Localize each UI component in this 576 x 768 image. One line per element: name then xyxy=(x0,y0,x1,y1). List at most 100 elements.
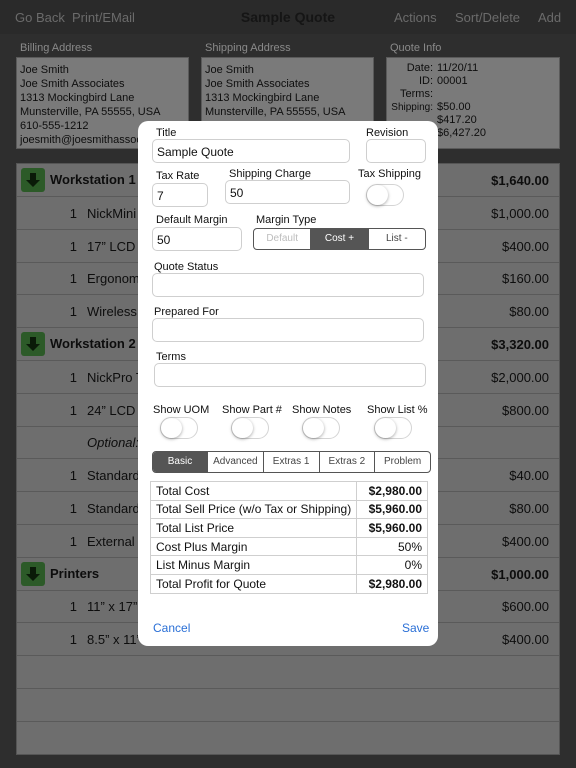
item-description: NickPro T xyxy=(87,369,144,385)
summary-label: Total List Price xyxy=(149,518,358,538)
quote-info-label: Quote Info xyxy=(390,42,442,54)
item-price: $80.00 xyxy=(509,304,549,320)
summary-value: $5,960.00 xyxy=(356,499,428,520)
item-price: $400.00 xyxy=(502,533,549,549)
show-uom-label: Show UOM xyxy=(153,404,210,416)
group-name: Workstation 2 xyxy=(50,336,136,351)
toggle-knob xyxy=(375,418,396,438)
margin-type-default[interactable]: Default xyxy=(254,229,310,249)
optional-label: Optional: xyxy=(87,435,140,451)
quote-status-label: Quote Status xyxy=(154,261,219,273)
shipping-line: 1313 Mockingbird Lane xyxy=(205,92,320,104)
item-price: $1,640.00 xyxy=(491,173,549,188)
item-description: Standard xyxy=(87,501,140,516)
toggle-knob xyxy=(303,418,324,438)
item-quantity: 1 xyxy=(69,599,77,615)
summary-value: $5,960.00 xyxy=(356,518,428,538)
item-price: $2,000.00 xyxy=(491,369,549,385)
item-description: 24” LCD xyxy=(87,402,136,418)
cancel-button[interactable]: Cancel xyxy=(153,621,190,635)
item-description: Ergonom xyxy=(87,271,140,287)
item-price: $1,000.00 xyxy=(491,566,549,582)
tab-basic[interactable]: Basic xyxy=(153,452,207,472)
quote-shipping-row: Shipping: $50.00 xyxy=(391,101,471,113)
quote-settings-dialog: Title Sample Quote Revision Tax Rate 7 S… xyxy=(138,121,438,646)
summary-row: Total List Price $5,960.00 xyxy=(149,518,428,538)
shipping-charge-input[interactable]: 50 xyxy=(225,180,350,204)
prepared-for-input[interactable] xyxy=(152,318,424,342)
show-notes-toggle[interactable] xyxy=(302,417,340,439)
summary-value: $2,980.00 xyxy=(356,481,428,501)
item-quantity: 1 xyxy=(69,533,77,549)
revision-input[interactable] xyxy=(366,139,426,163)
billing-line: Munsterville, PA 55555, USA xyxy=(20,106,161,118)
expand-arrow-down-icon[interactable] xyxy=(21,332,45,356)
quote-status-input[interactable] xyxy=(152,273,424,297)
summary-row: Total Profit for Quote $2,980.00 xyxy=(149,573,428,594)
shipping-line: Joe Smith xyxy=(205,64,254,76)
default-margin-label: Default Margin xyxy=(156,214,228,226)
title-input[interactable]: Sample Quote xyxy=(152,139,350,163)
item-description: Standard xyxy=(87,468,140,484)
item-quantity: 1 xyxy=(69,402,77,418)
sort-delete-button[interactable]: Sort/Delete xyxy=(455,10,520,25)
margin-type-cost-plus[interactable]: Cost + xyxy=(310,229,368,249)
shipping-line: Joe Smith Associates xyxy=(205,78,310,90)
quote-date-row: Date: 11/20/11 xyxy=(406,62,479,74)
default-margin-input[interactable]: 50 xyxy=(152,227,242,251)
shipping-line: Munsterville, PA 55555, USA xyxy=(205,106,346,118)
item-quantity: 1 xyxy=(69,205,77,221)
billing-line: 1313 Mockingbird Lane xyxy=(20,92,135,104)
quote-terms-row: Terms: xyxy=(400,88,433,100)
item-price: $400.00 xyxy=(502,632,549,648)
tab-problem[interactable]: Problem xyxy=(374,452,430,472)
add-button[interactable]: Add xyxy=(538,10,561,25)
summary-row: List Minus Margin 0% xyxy=(149,555,428,575)
item-price: $800.00 xyxy=(502,402,549,418)
show-uom-toggle[interactable] xyxy=(160,417,198,439)
item-price: $160.00 xyxy=(502,271,549,287)
item-quantity: 1 xyxy=(69,304,77,320)
quote-id-row: ID: 00001 xyxy=(418,75,468,87)
item-price: $400.00 xyxy=(502,238,549,254)
summary-value: 0% xyxy=(356,555,428,575)
billing-line: Joe Smith Associates xyxy=(20,78,125,90)
terms-input[interactable] xyxy=(154,363,426,387)
tax-shipping-toggle[interactable] xyxy=(366,184,404,206)
shipping-charge-label: Shipping Charge xyxy=(229,168,311,180)
item-description: 11” x 17” xyxy=(87,599,138,615)
item-price: $80.00 xyxy=(509,501,549,516)
tax-rate-label: Tax Rate xyxy=(156,170,200,182)
summary-value: 50% xyxy=(356,536,428,557)
item-description: External xyxy=(87,533,135,549)
empty-row xyxy=(17,689,559,722)
item-quantity: 1 xyxy=(69,632,77,648)
summary-row: Total Sell Price (w/o Tax or Shipping) $5… xyxy=(149,499,428,520)
actions-button[interactable]: Actions xyxy=(394,10,437,25)
item-description: NickMini xyxy=(87,205,137,221)
summary-label: Total Sell Price (w/o Tax or Shipping) xyxy=(149,499,358,520)
margin-type-label: Margin Type xyxy=(256,214,317,226)
revision-label: Revision xyxy=(366,127,409,139)
item-quantity: 1 xyxy=(69,238,77,254)
show-list-toggle[interactable] xyxy=(374,417,412,439)
save-button[interactable]: Save xyxy=(402,621,429,635)
show-part-toggle[interactable] xyxy=(231,417,269,439)
prepared-for-label: Prepared For xyxy=(154,306,219,318)
tab-advanced[interactable]: Advanced xyxy=(207,452,263,472)
expand-arrow-down-icon[interactable] xyxy=(21,168,45,192)
empty-row xyxy=(17,722,559,754)
item-price: $600.00 xyxy=(502,599,549,615)
tab-extras-2[interactable]: Extras 2 xyxy=(318,452,375,472)
detail-tabs: Basic Advanced Extras 1 Extras 2 Problem xyxy=(152,451,431,473)
group-name: Printers xyxy=(50,565,100,581)
show-list-label: Show List % xyxy=(367,404,428,416)
item-description: 8.5” x 11” xyxy=(87,632,141,648)
margin-type-list-minus[interactable]: List - xyxy=(367,229,425,249)
shipping-address-label: Shipping Address xyxy=(205,42,291,54)
tax-rate-input[interactable]: 7 xyxy=(152,183,208,207)
tab-extras-1[interactable]: Extras 1 xyxy=(262,452,319,472)
billing-address-label: Billing Address xyxy=(20,42,93,54)
item-price: $3,320.00 xyxy=(491,337,549,352)
expand-arrow-down-icon[interactable] xyxy=(21,561,45,586)
